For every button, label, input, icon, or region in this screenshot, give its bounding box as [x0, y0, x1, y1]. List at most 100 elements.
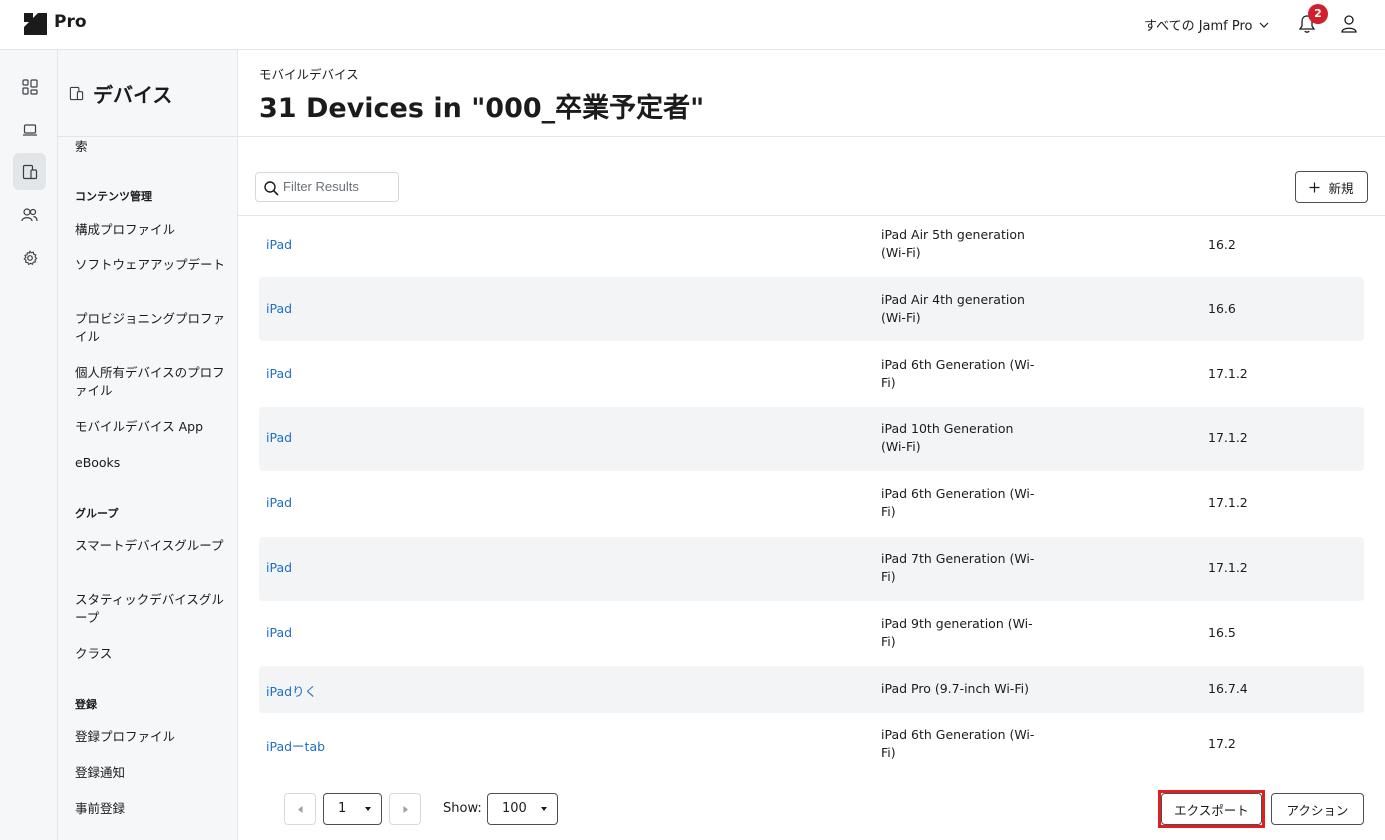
- page-size-select[interactable]: 100: [487, 793, 558, 825]
- sidenav-item-personal-device-profiles[interactable]: 個人所有デバイスのプロファイル: [75, 364, 225, 400]
- device-name-link[interactable]: iPad: [266, 495, 292, 510]
- sidenav-item-partial[interactable]: 索: [75, 138, 225, 156]
- action-button[interactable]: アクション: [1271, 793, 1364, 825]
- notification-count-badge: 2: [1308, 4, 1328, 24]
- sidenav-item-enrollment-notifications[interactable]: 登録通知: [75, 764, 225, 782]
- jamf-logo-icon[interactable]: [24, 13, 47, 35]
- export-highlight-box: [1158, 790, 1265, 828]
- page-select-value: 1: [338, 801, 347, 816]
- main-content: モバイルデバイス 31 Devices in "000_卒業予定者" 新規 iP…: [238, 50, 1385, 840]
- action-button-label: アクション: [1286, 802, 1349, 818]
- sidenav-item-mobile-device-apps[interactable]: モバイルデバイス App: [75, 418, 225, 436]
- top-bar: Pro すべての Jamf Pro 2: [0, 0, 1385, 50]
- table-row[interactable]: iPad iPad 9th generation (Wi-Fi) 16.5: [259, 602, 1364, 666]
- device-name-link[interactable]: iPad: [266, 366, 292, 381]
- page-select[interactable]: 1: [323, 793, 382, 825]
- next-page-button[interactable]: [389, 793, 421, 825]
- os-version: 17.1.2: [1208, 430, 1248, 445]
- device-model: iPad 7th Generation (Wi-Fi): [881, 551, 1035, 584]
- sidenav-section-content: コンテンツ管理: [75, 190, 152, 203]
- table-row[interactable]: iPadーtab iPad 6th Generation (Wi-Fi) 17.…: [259, 714, 1364, 760]
- device-model: iPad Pro (9.7-inch Wi-Fi): [881, 681, 1029, 696]
- sidenav-item-static-device-groups[interactable]: スタティックデバイスグループ: [75, 591, 225, 627]
- sidenav-item-smart-device-groups[interactable]: スマートデバイスグループ: [75, 537, 225, 555]
- device-name-link[interactable]: iPad: [266, 237, 292, 252]
- search-icon: [264, 181, 279, 196]
- page-size-value: 100: [502, 801, 527, 816]
- device-name-link[interactable]: iPad: [266, 560, 292, 575]
- breadcrumb[interactable]: モバイルデバイス: [259, 64, 359, 83]
- sidenav-section-enrollment: 登録: [75, 698, 97, 711]
- os-version: 16.7.4: [1208, 681, 1248, 696]
- device-name-link[interactable]: iPadりく: [266, 681, 317, 700]
- caret-down-icon: [541, 807, 547, 811]
- rail-dashboard-button[interactable]: [13, 68, 46, 105]
- device-model: iPad 9th generation (Wi-Fi): [881, 616, 1033, 649]
- icon-rail: [0, 50, 58, 840]
- sidenav-item-classes[interactable]: クラス: [75, 645, 225, 663]
- environment-selector-label: すべての Jamf Pro: [1144, 19, 1253, 34]
- device-model: iPad 10th Generation (Wi-Fi): [881, 421, 1014, 454]
- os-version: 17.1.2: [1208, 560, 1248, 575]
- previous-page-button[interactable]: [284, 793, 316, 825]
- devices-table: iPad iPad Air 5th generation (Wi-Fi) 16.…: [259, 216, 1364, 760]
- chevron-down-icon: [1259, 22, 1268, 28]
- sidenav-section-groups: グループ: [75, 507, 119, 520]
- page-title: 31 Devices in "000_卒業予定者": [259, 93, 705, 124]
- caret-left-icon: [297, 805, 302, 813]
- device-name-link[interactable]: iPad: [266, 625, 292, 640]
- sidenav-item-configuration-profiles[interactable]: 構成プロファイル: [75, 221, 225, 239]
- rail-users-button[interactable]: [13, 196, 46, 233]
- rail-devices-button[interactable]: [13, 153, 46, 190]
- devices-icon: [22, 164, 37, 179]
- devices-icon: [69, 86, 84, 101]
- sidenav-item-software-updates[interactable]: ソフトウェアアップデート: [75, 256, 225, 274]
- device-name-link[interactable]: iPad: [266, 430, 292, 445]
- brand-label: Pro: [54, 12, 87, 32]
- filter-results-field[interactable]: [255, 172, 399, 202]
- sidenav-header: デバイス: [58, 50, 237, 137]
- header-divider: [238, 136, 1385, 137]
- sidenav-title: デバイス: [93, 83, 173, 107]
- users-icon: [21, 207, 38, 221]
- sidenav-item-ebooks[interactable]: eBooks: [75, 454, 225, 472]
- os-version: 16.6: [1208, 301, 1236, 316]
- table-row[interactable]: iPad iPad 10th Generation (Wi-Fi) 17.1.2: [259, 407, 1364, 471]
- settings-gear-icon: [22, 249, 37, 265]
- caret-right-icon: [403, 805, 408, 813]
- plus-icon: [1309, 182, 1320, 192]
- computers-icon: [22, 123, 37, 136]
- table-row[interactable]: iPad iPad 6th Generation (Wi-Fi) 17.1.2: [259, 472, 1364, 536]
- os-version: 17.1.2: [1208, 495, 1248, 510]
- device-model: iPad 6th Generation (Wi-Fi): [881, 727, 1035, 760]
- filter-results-input[interactable]: [283, 179, 395, 194]
- table-row[interactable]: iPad iPad 6th Generation (Wi-Fi) 17.1.2: [259, 342, 1364, 406]
- device-model: iPad Air 4th generation (Wi-Fi): [881, 292, 1025, 325]
- sidenav-item-provisioning-profiles[interactable]: プロビジョニングプロファイル: [75, 310, 225, 346]
- device-name-link[interactable]: iPadーtab: [266, 736, 325, 755]
- device-model: iPad 6th Generation (Wi-Fi): [881, 486, 1035, 519]
- os-version: 17.2: [1208, 736, 1236, 751]
- rail-computers-button[interactable]: [13, 111, 46, 148]
- caret-down-icon: [365, 807, 371, 811]
- device-model: iPad 6th Generation (Wi-Fi): [881, 357, 1035, 390]
- new-button[interactable]: 新規: [1295, 171, 1368, 203]
- user-account-icon[interactable]: [1340, 14, 1358, 34]
- environment-selector[interactable]: すべての Jamf Pro: [1144, 15, 1269, 34]
- show-label: Show:: [443, 801, 482, 816]
- side-navigation: 索 コンテンツ管理 構成プロファイル ソフトウェアアップデート プロビジョニング…: [58, 50, 238, 840]
- device-model: iPad Air 5th generation (Wi-Fi): [881, 227, 1025, 260]
- table-row[interactable]: iPad iPad Air 5th generation (Wi-Fi) 16.…: [259, 216, 1364, 278]
- sidenav-item-pre-enrollment[interactable]: 事前登録: [75, 800, 225, 818]
- os-version: 17.1.2: [1208, 366, 1248, 381]
- os-version: 16.2: [1208, 237, 1236, 252]
- rail-settings-button[interactable]: [13, 239, 46, 276]
- table-row[interactable]: iPad iPad 7th Generation (Wi-Fi) 17.1.2: [259, 537, 1364, 601]
- sidenav-item-enrollment-profiles[interactable]: 登録プロファイル: [75, 728, 225, 746]
- os-version: 16.5: [1208, 625, 1236, 640]
- new-button-label: 新規: [1328, 180, 1354, 196]
- device-name-link[interactable]: iPad: [266, 301, 292, 316]
- table-row[interactable]: iPadりく iPad Pro (9.7-inch Wi-Fi) 16.7.4: [259, 666, 1364, 713]
- dashboard-icon: [21, 78, 38, 95]
- table-row[interactable]: iPad iPad Air 4th generation (Wi-Fi) 16.…: [259, 277, 1364, 341]
